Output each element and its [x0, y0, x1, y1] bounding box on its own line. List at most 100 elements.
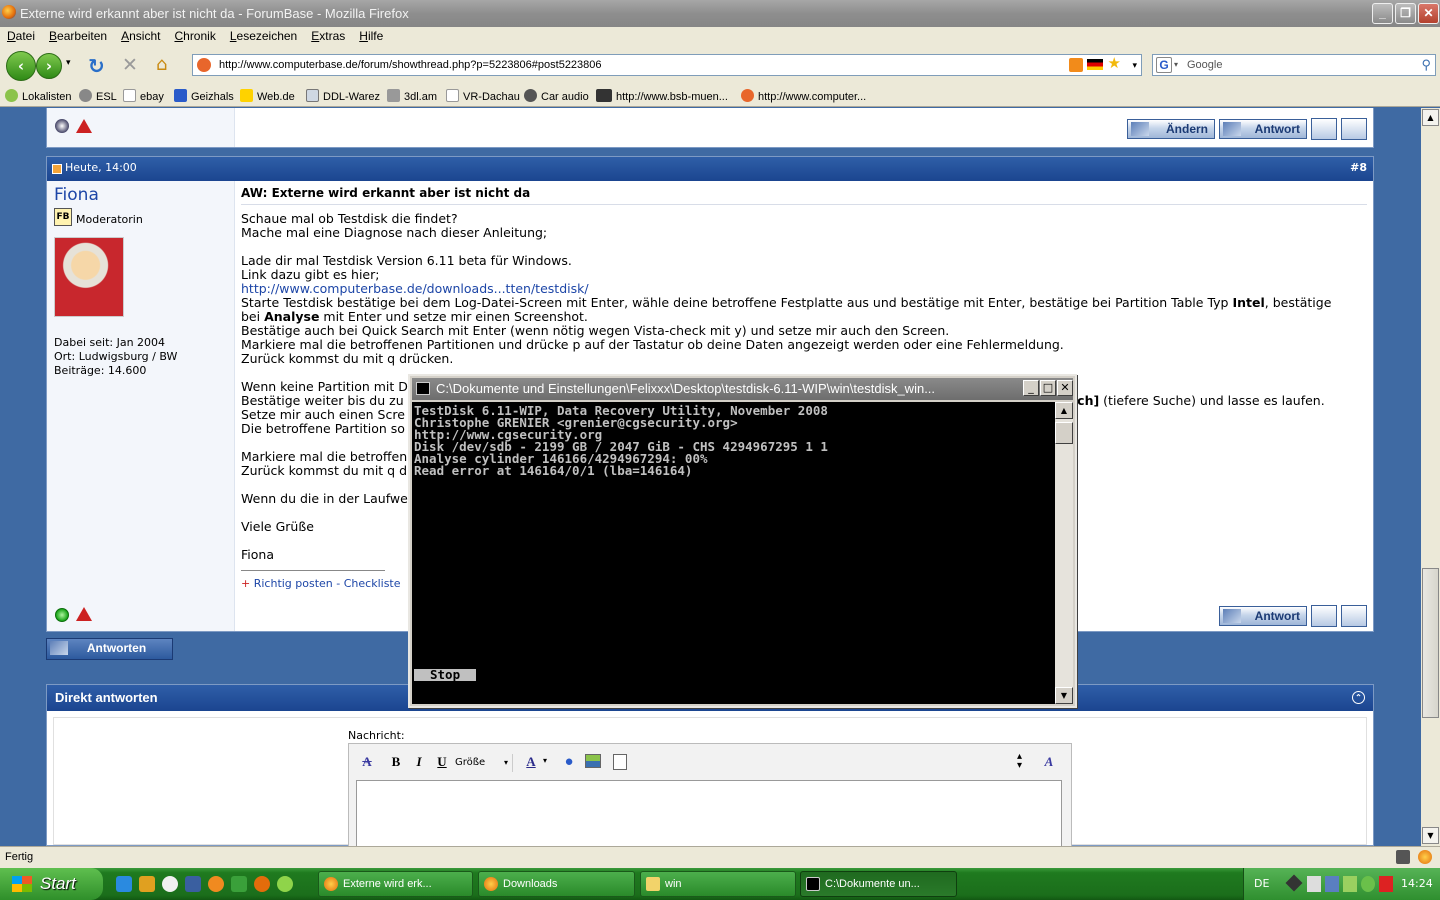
- language-indicator[interactable]: DE: [1254, 868, 1269, 900]
- testdisk-download-link[interactable]: http://www.computerbase.de/downloads...t…: [241, 282, 589, 296]
- reload-icon[interactable]: ↻: [88, 54, 105, 78]
- resize-icon[interactable]: ▴ ▾: [1017, 752, 1022, 771]
- signature-link[interactable]: + Richtig posten - Checkliste: [241, 577, 401, 591]
- addon-icon[interactable]: [1396, 850, 1410, 864]
- insert-quote-icon[interactable]: [613, 754, 627, 770]
- edit-button[interactable]: Ändern: [1127, 119, 1215, 139]
- quick-reply-icon[interactable]: [1341, 605, 1367, 627]
- bookmark-star-icon[interactable]: ★: [1108, 54, 1121, 74]
- bookmark-lokalisten[interactable]: Lokalisten: [5, 89, 72, 103]
- bookmark-3dl[interactable]: 3dl.am: [387, 89, 437, 103]
- rss-icon[interactable]: [1069, 58, 1083, 72]
- new-reply-button[interactable]: Antworten: [46, 638, 173, 660]
- task-explorer-win[interactable]: win: [640, 871, 796, 897]
- menu-ansicht[interactable]: Ansicht: [114, 27, 167, 43]
- german-flag-icon[interactable]: [1087, 59, 1103, 70]
- icq-icon[interactable]: [208, 876, 224, 892]
- search-input[interactable]: G ▾ Google ⚲: [1152, 54, 1436, 76]
- url-dropdown-icon[interactable]: ▾: [1132, 55, 1137, 75]
- console-close-button[interactable]: ✕: [1057, 380, 1073, 396]
- firefox-quicklaunch-icon[interactable]: [254, 876, 270, 892]
- tray-app-icon[interactable]: [1307, 876, 1321, 892]
- home-icon[interactable]: ⌂: [156, 54, 167, 75]
- task-firefox[interactable]: Externe wird erk...: [318, 871, 473, 897]
- bookmark-computerbase[interactable]: http://www.computer...: [741, 89, 866, 103]
- tray-antivirus-icon[interactable]: [1379, 876, 1393, 892]
- menu-bearbeiten[interactable]: Bearbeiten: [42, 27, 114, 43]
- menu-extras[interactable]: Extras: [304, 27, 352, 43]
- font-color-dropdown-icon[interactable]: ▾: [543, 756, 547, 765]
- url-bar[interactable]: http://www.computerbase.de/forum/showthr…: [192, 54, 1142, 76]
- console-output[interactable]: TestDisk 6.11-WIP, Data Recovery Utility…: [412, 402, 1055, 704]
- username[interactable]: Fiona: [54, 185, 99, 205]
- stop-option[interactable]: Stop: [414, 668, 477, 681]
- reply-button[interactable]: Antwort: [1219, 119, 1307, 139]
- tray-expand-icon[interactable]: [1285, 874, 1303, 892]
- winamp-icon[interactable]: [139, 876, 155, 892]
- back-icon[interactable]: ‹: [6, 51, 36, 81]
- quote-icon[interactable]: [1311, 605, 1337, 627]
- underline-button[interactable]: U: [432, 752, 452, 772]
- tray-security-icon[interactable]: [1343, 876, 1357, 892]
- history-dropdown-icon[interactable]: ▾: [66, 58, 71, 68]
- switch-editor-icon[interactable]: A: [1039, 752, 1059, 772]
- remove-format-icon[interactable]: A: [357, 752, 377, 772]
- console-minimize-button[interactable]: _: [1023, 380, 1039, 396]
- scroll-down-icon[interactable]: ▼: [1422, 827, 1439, 844]
- firefox-status-icon[interactable]: [1418, 850, 1432, 864]
- show-desktop-icon[interactable]: [185, 876, 201, 892]
- bookmark-bsb[interactable]: http://www.bsb-muen...: [596, 89, 728, 103]
- console-scroll-down-icon[interactable]: ▼: [1055, 687, 1073, 704]
- quote-icon[interactable]: [1311, 118, 1337, 140]
- google-icon[interactable]: G: [1156, 57, 1172, 73]
- reply-button[interactable]: Antwort: [1219, 606, 1307, 626]
- font-color-button[interactable]: A: [521, 752, 541, 772]
- font-size-select[interactable]: Größe ▾: [453, 754, 513, 772]
- scroll-up-icon[interactable]: ▲: [1422, 109, 1439, 126]
- avatar[interactable]: [54, 237, 124, 317]
- insert-image-icon[interactable]: [585, 754, 601, 768]
- search-engine-dropdown-icon[interactable]: ▾: [1174, 55, 1178, 75]
- bookmark-ddl-warez[interactable]: DDL-Warez: [306, 89, 380, 103]
- console-scroll-thumb[interactable]: [1055, 422, 1073, 444]
- console-maximize-button[interactable]: □: [1040, 380, 1056, 396]
- bookmark-geizhals[interactable]: Geizhals: [174, 89, 234, 103]
- close-button[interactable]: ✕: [1418, 3, 1439, 24]
- menu-datei[interactable]: Datei: [0, 27, 42, 43]
- scrollbar-thumb[interactable]: [1422, 568, 1439, 718]
- bookmark-ebay[interactable]: ebay: [123, 89, 164, 103]
- menu-hilfe[interactable]: Hilfe: [352, 27, 390, 43]
- tray-utility-icon[interactable]: [1361, 876, 1375, 892]
- quick-reply-icon[interactable]: [1341, 118, 1367, 140]
- page-scrollbar[interactable]: ▲ ▼: [1421, 108, 1440, 846]
- console-scrollbar[interactable]: ▲ ▼: [1055, 402, 1073, 704]
- clock[interactable]: 14:24: [1401, 868, 1433, 900]
- ie-icon[interactable]: [116, 876, 132, 892]
- insert-link-icon[interactable]: ●: [559, 752, 579, 772]
- stop-icon[interactable]: ✕: [122, 54, 138, 76]
- menu-lesezeichen[interactable]: Lesezeichen: [223, 27, 304, 43]
- bold-button[interactable]: B: [386, 752, 406, 772]
- message-textarea[interactable]: [356, 780, 1062, 850]
- minimize-button[interactable]: _: [1372, 3, 1393, 24]
- messenger-icon[interactable]: [231, 876, 247, 892]
- bookmark-esl[interactable]: ESL: [79, 89, 117, 103]
- collapse-icon[interactable]: ⌃: [1352, 691, 1365, 704]
- console-scroll-up-icon[interactable]: ▲: [1055, 402, 1073, 419]
- start-button[interactable]: Start: [0, 868, 103, 900]
- tray-network-icon[interactable]: [1325, 876, 1339, 892]
- post-number[interactable]: #8: [1350, 157, 1367, 179]
- menu-chronik[interactable]: Chronik: [167, 27, 222, 43]
- bookmark-vr-dachau[interactable]: VR-Dachau: [446, 89, 520, 103]
- search-icon[interactable]: ⚲: [1421, 55, 1431, 75]
- bookmark-webde[interactable]: Web.de: [240, 89, 295, 103]
- restore-button[interactable]: ❐: [1395, 3, 1416, 24]
- forward-icon[interactable]: ›: [36, 53, 62, 79]
- italic-button[interactable]: I: [409, 752, 429, 772]
- app-quicklaunch-icon[interactable]: [277, 876, 293, 892]
- report-icon[interactable]: [76, 607, 92, 621]
- task-downloads[interactable]: Downloads: [478, 871, 635, 897]
- report-icon[interactable]: [76, 119, 92, 133]
- bookmark-car-audio[interactable]: Car audio: [524, 89, 589, 103]
- media-player-icon[interactable]: [162, 876, 178, 892]
